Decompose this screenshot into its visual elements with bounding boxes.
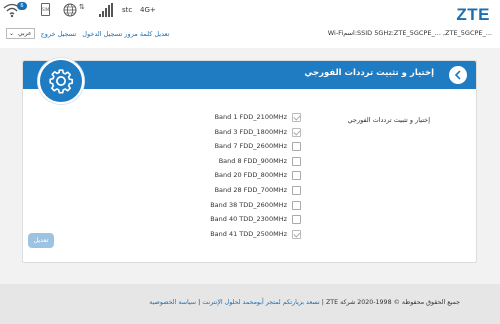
band-label: Band 20 FDD_800MHz — [214, 171, 287, 180]
logout-link[interactable]: تسجيل خروج — [41, 30, 77, 38]
header-links: ⌄ عربي تسجيل خروج تعديل كلمة مرور تسجيل … — [6, 28, 169, 39]
top-header: ZTE 6 SIM ⇅ stc 4G+ ⌄ عربي تسجيل خروج تع… — [0, 0, 500, 48]
band-option[interactable]: Band 28 FDD_700MHz — [203, 184, 303, 199]
band-label: Band 40 TDD_2300MHz — [210, 215, 287, 224]
band-checkbox[interactable] — [292, 200, 301, 210]
ssid-info: Wi-Fiاسم:SSID 5GHz:ZTE_5GCPE_... ,ZTE_5G… — [327, 29, 492, 37]
band-checkbox[interactable] — [292, 185, 301, 195]
band-option[interactable]: Band 8 FDD_900MHz — [203, 155, 303, 170]
band-label: Band 3 FDD_1800MHz — [214, 127, 287, 136]
band-label: Band 7 FDD_2600MHz — [214, 142, 287, 151]
card-header: إختيار و تثبيت ترددات الفورجي — [23, 61, 476, 89]
band-lock-card: إختيار و تثبيت ترددات الفورجي إختيار و ت… — [22, 58, 477, 263]
band-label: Band 41 TDD_2500MHz — [210, 229, 287, 238]
band-checkbox[interactable] — [292, 215, 301, 225]
page-title: إختيار و تثبيت ترددات الفورجي — [304, 68, 434, 78]
footer-text: جميع الحقوق محفوظة © 1998-2020 شركة ZTE … — [149, 299, 460, 306]
band-checkbox[interactable] — [292, 229, 301, 239]
back-button[interactable] — [449, 66, 467, 84]
privacy-policy-link[interactable]: سياسة الخصوصية — [149, 299, 196, 306]
band-checkbox[interactable] — [292, 127, 301, 137]
band-list: Band 1 FDD_2100MHz Band 3 FDD_1800MHz Ba… — [203, 111, 303, 242]
band-label: Band 28 FDD_700MHz — [214, 185, 287, 194]
carrier-name: stc — [122, 6, 133, 14]
band-checkbox[interactable] — [292, 156, 301, 166]
chevron-down-icon: ⌄ — [9, 30, 15, 37]
signal-strength-icon — [99, 2, 113, 17]
apply-button[interactable]: تعديل — [28, 233, 54, 248]
network-type: 4G+ — [140, 6, 156, 14]
copyright-text: جميع الحقوق محفوظة © 1998-2020 شركة — [340, 299, 460, 306]
sim-card-icon: SIM — [41, 3, 50, 16]
band-option[interactable]: Band 41 TDD_2500MHz — [203, 228, 303, 243]
page-footer: جميع الحقوق محفوظة © 1998-2020 شركة ZTE … — [0, 284, 500, 324]
band-option[interactable]: Band 3 FDD_1800MHz — [203, 126, 303, 141]
band-option[interactable]: Band 40 TDD_2300MHz — [203, 213, 303, 228]
band-label: Band 38 TDD_2600MHz — [210, 200, 287, 209]
wifi-clients-badge: 6 — [17, 2, 27, 10]
band-option[interactable]: Band 1 FDD_2100MHz — [203, 111, 303, 126]
language-select[interactable]: ⌄ عربي — [6, 28, 35, 39]
band-checkbox[interactable] — [292, 171, 301, 181]
globe-icon — [63, 2, 77, 17]
band-label: Band 1 FDD_2100MHz — [214, 113, 287, 121]
zte-logo[interactable]: ZTE — [456, 5, 490, 25]
language-select-value: عربي — [18, 30, 32, 37]
thanks-link[interactable]: نسعد بزيارتكم لمتجر أبومحمد لحلول الإنتر… — [202, 299, 320, 306]
footer-brand: ZTE — [325, 299, 339, 306]
footer-separator: | — [321, 299, 324, 306]
settings-gear-icon — [38, 58, 84, 104]
band-selection-label: إختيار و تثبيت ترددات الفورجي — [347, 116, 430, 124]
band-option[interactable]: Band 20 FDD_800MHz — [203, 169, 303, 184]
band-option[interactable]: Band 38 TDD_2600MHz — [203, 199, 303, 214]
band-checkbox[interactable] — [292, 113, 301, 122]
footer-separator: | — [198, 299, 201, 306]
router-admin-page: ZTE 6 SIM ⇅ stc 4G+ ⌄ عربي تسجيل خروج تع… — [0, 0, 500, 324]
chevron-left-icon — [454, 70, 461, 80]
band-option[interactable]: Band 7 FDD_2600MHz — [203, 140, 303, 155]
band-checkbox[interactable] — [292, 142, 301, 152]
band-label: Band 8 FDD_900MHz — [218, 156, 287, 165]
change-password-link[interactable]: تعديل كلمة مرور تسجيل الدخول — [82, 30, 169, 38]
data-transfer-icon: ⇅ — [79, 3, 85, 11]
